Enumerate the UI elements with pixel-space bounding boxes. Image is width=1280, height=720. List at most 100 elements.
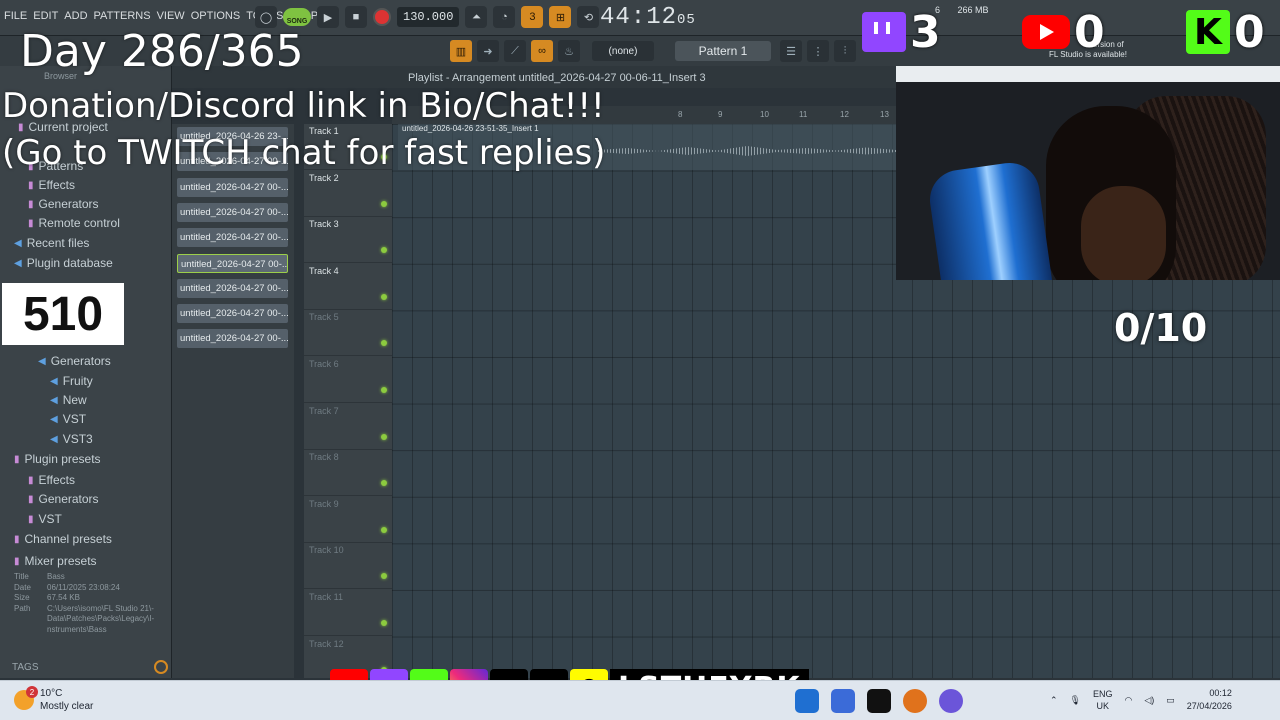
track-header[interactable]: Track 10 — [304, 543, 392, 590]
track-led-icon[interactable] — [381, 387, 387, 393]
pattern-item[interactable]: untitled_2026-04-27 00-... — [177, 304, 288, 324]
stamp-icon[interactable]: ♨ — [558, 40, 580, 62]
track-led-icon[interactable] — [381, 340, 387, 347]
system-tray: ⌃ 🎙 ENG UK ◠ ◁) ▭ 00:12 27/04/2026 — [1050, 687, 1232, 713]
track-header[interactable]: Track 8 — [304, 450, 392, 497]
browser-item[interactable]: ▮ Effects — [28, 473, 75, 487]
track-led-icon[interactable] — [381, 433, 387, 440]
menu-view[interactable]: VIEW — [157, 10, 185, 22]
tiktok-app-icon[interactable] — [867, 689, 891, 713]
twitch-count-widget: 3 — [862, 6, 941, 58]
track-led-icon[interactable] — [381, 620, 387, 626]
folder-icon: ▮ — [14, 453, 20, 465]
track-led-icon[interactable] — [381, 480, 387, 487]
pattern-item[interactable]: untitled_2026-04-27 00-... — [177, 177, 288, 197]
track-header[interactable]: Track 4 — [304, 264, 392, 310]
browser-item[interactable]: ◀ VST3 — [50, 432, 93, 446]
browser-item[interactable]: ▮ Plugin presets — [14, 452, 101, 466]
info-path-value-1: C:\Users\isomo\FL Studio 21\- — [47, 603, 154, 613]
track-led-icon[interactable] — [381, 293, 387, 300]
browser-item[interactable]: ◀ Plugin database — [14, 256, 113, 270]
track-header[interactable]: Track 3 — [304, 217, 392, 264]
chevron-up-icon[interactable]: ⌃ — [1050, 695, 1058, 706]
track-header[interactable]: Track 6 — [304, 357, 392, 403]
browser-item[interactable]: ◀ Fruity — [50, 374, 93, 388]
browser-item[interactable]: ▮ Generators — [28, 197, 99, 211]
snap-select[interactable]: (none) — [592, 41, 654, 61]
pattern-item[interactable]: untitled_2026-04-27 00-... — [177, 228, 288, 248]
mixer-icon[interactable]: ⫶ — [834, 40, 856, 62]
discord-icon[interactable] — [939, 689, 963, 713]
track-header[interactable]: Track 2 — [304, 171, 392, 217]
track-label: Track 8 — [309, 452, 339, 463]
search-icon[interactable] — [154, 660, 168, 674]
stop-button[interactable]: ■ — [345, 6, 367, 28]
track-label: Track 3 — [309, 219, 339, 230]
track-header[interactable]: Track 11 — [304, 590, 392, 636]
wait-record-icon[interactable]: ◔ — [493, 6, 516, 28]
pattern-item[interactable]: untitled_2026-04-27 00-... — [177, 329, 288, 349]
master-volume-knob[interactable]: ◯ — [255, 6, 277, 28]
arrow-icon[interactable]: ➜ — [477, 40, 499, 62]
track-header[interactable]: Track 9 — [304, 497, 392, 543]
pattern-item[interactable]: untitled_2026-04-27 00-... — [177, 278, 288, 298]
wifi-icon[interactable]: ◠ — [1125, 695, 1133, 706]
track-led-icon[interactable] — [381, 247, 387, 254]
browser-item-label: Effects — [38, 473, 75, 487]
browser-item[interactable]: ▮ Remote control — [28, 216, 120, 230]
step-edit-icon[interactable]: 3 — [521, 6, 544, 28]
browser-item[interactable]: ▮ Generators — [28, 492, 99, 506]
browser-item-label: New — [62, 393, 87, 407]
lang-primary: ENG — [1092, 689, 1113, 699]
pattern-item[interactable]: untitled_2026-04-27 00-... — [177, 202, 288, 222]
link-icon[interactable]: ∞ — [531, 40, 553, 62]
playlist-icon[interactable]: ☰ — [780, 40, 802, 62]
menu-options[interactable]: OPTIONS — [191, 10, 241, 22]
memory-value: 266 MB — [957, 5, 989, 15]
track-header[interactable]: Track 5 — [304, 310, 392, 357]
channel-rack-icon[interactable]: ⋮ — [807, 40, 829, 62]
app-icon[interactable] — [831, 689, 855, 713]
blend-notes-icon[interactable]: ⊞ — [549, 6, 572, 28]
track-led-icon[interactable] — [381, 573, 387, 580]
track-led-icon[interactable] — [381, 200, 387, 207]
menu-file[interactable]: FILE — [4, 10, 27, 22]
piano-roll-icon[interactable]: ▥ — [450, 40, 472, 62]
clock[interactable]: 00:12 27/04/2026 — [1187, 687, 1232, 713]
browser-item-label: Mixer presets — [24, 554, 97, 568]
microphone-icon[interactable]: 🎙 — [1070, 695, 1081, 706]
song-mode-toggle[interactable]: SONG — [283, 8, 311, 26]
plugin-icon: ◀ — [50, 433, 58, 445]
browser-item[interactable]: ◀ VST — [50, 412, 86, 426]
loop-record-icon[interactable]: ⟲ — [577, 6, 600, 28]
weather-widget[interactable]: 2 10°C Mostly clear — [14, 686, 93, 713]
menu-add[interactable]: ADD — [64, 10, 87, 22]
language-indicator[interactable]: ENG UK — [1093, 688, 1113, 712]
track-led-icon[interactable] — [381, 526, 387, 533]
menu-edit[interactable]: EDIT — [33, 10, 58, 22]
transport-panel: ◯ SONG ▶ ■ 130.000 ⏶ ◔ 3 ⊞ ⟲ — [255, 6, 600, 28]
outlook-icon[interactable] — [795, 689, 819, 713]
fl-studio-icon[interactable] — [903, 689, 927, 713]
draw-icon[interactable]: ⟋ — [504, 40, 526, 62]
browser-item[interactable]: ◀ New — [50, 393, 87, 407]
browser-item[interactable]: ▮ Effects — [28, 178, 75, 192]
pattern-item[interactable]: untitled_2026-04-27 00-... — [177, 253, 288, 273]
weather-temp: 10°C — [40, 688, 63, 699]
browser-item[interactable]: ◀ Recent files — [14, 236, 89, 250]
browser-item-label: Recent files — [26, 236, 90, 250]
browser-item[interactable]: ▮ VST — [28, 512, 62, 526]
metronome-icon[interactable]: ⏶ — [465, 6, 488, 28]
pattern-selector[interactable]: Pattern 1 — [675, 41, 771, 61]
battery-icon[interactable]: ▭ — [1166, 695, 1175, 706]
play-button[interactable]: ▶ — [317, 6, 339, 28]
taskbar-apps — [795, 689, 963, 713]
tempo-display[interactable]: 130.000 — [397, 7, 460, 27]
browser-item[interactable]: ▮ Channel presets — [14, 532, 112, 546]
browser-item[interactable]: ◀ Generators — [38, 354, 111, 368]
speaker-icon[interactable]: ◁) — [1144, 695, 1154, 706]
browser-item[interactable]: ▮ Mixer presets — [14, 554, 97, 568]
menu-patterns[interactable]: PATTERNS — [94, 10, 151, 22]
record-button[interactable] — [373, 8, 391, 26]
track-header[interactable]: Track 7 — [304, 404, 392, 450]
